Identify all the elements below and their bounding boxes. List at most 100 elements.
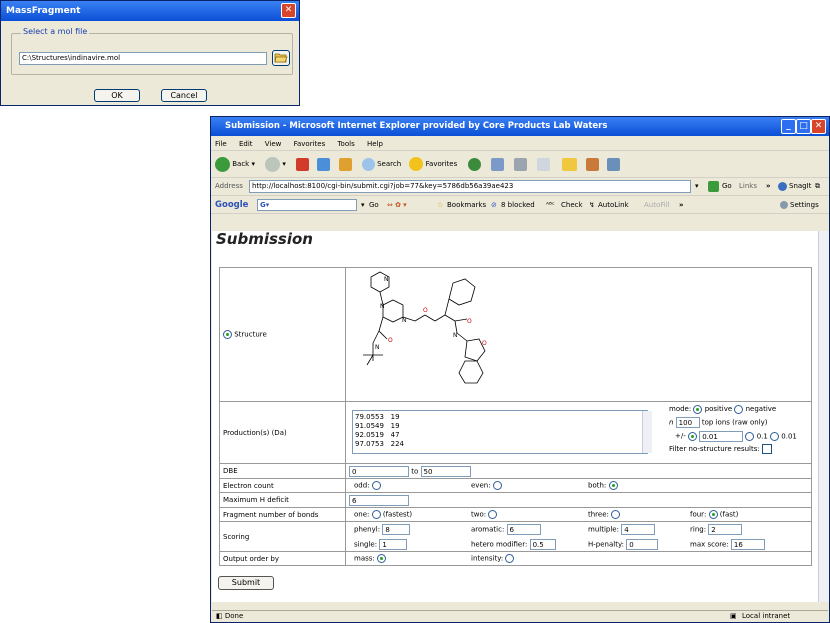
- mode-positive-radio[interactable]: [693, 404, 703, 414]
- capture-icon[interactable]: ⧉: [815, 178, 820, 195]
- three-label: three:: [588, 510, 609, 519]
- maximize-icon[interactable]: □: [796, 119, 811, 134]
- research-icon[interactable]: [585, 157, 599, 171]
- forward-arrow-icon[interactable]: [265, 156, 281, 172]
- google-dropdown-icon[interactable]: ▾: [361, 197, 365, 213]
- links-label[interactable]: Links: [739, 178, 757, 195]
- search-button-label[interactable]: Search: [377, 160, 401, 168]
- product-ions-textarea[interactable]: 79.0553 19 91.0549 19 92.0519 47 97.0753…: [352, 410, 648, 454]
- history-icon[interactable]: [467, 157, 481, 171]
- go-arrow-icon[interactable]: [708, 181, 719, 192]
- google-overflow-icon[interactable]: »: [679, 197, 684, 213]
- phenyl-label: phenyl:: [354, 525, 381, 534]
- settings-button[interactable]: Settings: [790, 197, 819, 213]
- one-radio[interactable]: [371, 510, 381, 519]
- address-input[interactable]: http://localhost:8100/cgi-bin/submit.cgi…: [249, 180, 691, 193]
- filter-checkbox[interactable]: [761, 444, 772, 454]
- aromatic-input[interactable]: 6: [506, 524, 541, 535]
- four-radio[interactable]: [708, 510, 718, 519]
- bookmarks-star-icon[interactable]: ☆: [437, 197, 443, 213]
- search-icon[interactable]: [361, 157, 375, 171]
- top-ions-line: n 100 top ions (raw only): [669, 417, 797, 429]
- home-icon[interactable]: [338, 157, 352, 171]
- blocked-count[interactable]: 8 blocked: [501, 197, 535, 213]
- tolerance-001-radio[interactable]: [770, 431, 780, 441]
- google-go-button[interactable]: Go: [369, 197, 379, 213]
- autofill-button[interactable]: AutoFill: [644, 197, 670, 213]
- vertical-scrollbar[interactable]: [818, 231, 829, 602]
- autolink-icon: ↯: [589, 201, 595, 209]
- snagit-button[interactable]: SnagIt: [789, 178, 811, 195]
- check-button[interactable]: Check: [561, 197, 583, 213]
- menu-edit[interactable]: Edit: [239, 140, 253, 148]
- links-overflow-icon[interactable]: »: [766, 178, 771, 195]
- browse-button[interactable]: [272, 50, 290, 66]
- close-icon[interactable]: ✕: [811, 119, 826, 134]
- both-radio[interactable]: [608, 481, 618, 490]
- print-icon[interactable]: [513, 157, 527, 171]
- file-path-input[interactable]: C:\Structures\indinavire.mol: [19, 52, 267, 65]
- favorites-button-label[interactable]: Favorites: [426, 160, 458, 168]
- ring-label: ring:: [690, 525, 707, 534]
- two-radio[interactable]: [488, 510, 498, 519]
- single-input[interactable]: 1: [379, 539, 408, 550]
- maxscore-input[interactable]: 16: [730, 539, 765, 550]
- hetero-input[interactable]: 0.5: [529, 539, 556, 550]
- even-radio[interactable]: [492, 481, 502, 490]
- tolerance-01-radio[interactable]: [745, 431, 755, 441]
- snagit-icon[interactable]: [778, 182, 787, 191]
- cancel-button[interactable]: Cancel: [161, 89, 207, 102]
- filter-line: Filter no-structure results:: [669, 444, 797, 455]
- dbe-label: DBE: [219, 463, 346, 479]
- submit-button[interactable]: Submit: [218, 576, 274, 590]
- textarea-scrollbar[interactable]: [642, 411, 652, 453]
- favorites-star-icon[interactable]: [409, 157, 424, 171]
- edit-icon[interactable]: [537, 157, 551, 171]
- three-radio[interactable]: [611, 510, 621, 519]
- aromatic-field: aromatic: 6: [471, 524, 541, 535]
- bookmarks-button[interactable]: Bookmarks: [447, 197, 486, 213]
- multiple-input[interactable]: 4: [621, 524, 656, 535]
- refresh-icon[interactable]: [317, 157, 331, 171]
- google-search-input[interactable]: G▾: [257, 199, 357, 211]
- svg-text:N: N: [402, 317, 407, 324]
- structure-row: Structure N N N O O N O O N: [219, 267, 812, 402]
- dbe-from-input[interactable]: 0: [349, 465, 409, 477]
- address-dropdown-icon[interactable]: ▾: [695, 178, 699, 195]
- phenyl-input[interactable]: 8: [382, 524, 411, 535]
- odd-radio[interactable]: [371, 481, 381, 490]
- folder-icon[interactable]: [562, 157, 578, 171]
- google-tools-icons[interactable]: ⇔ ✿ ▾: [387, 197, 407, 213]
- mass-radio[interactable]: [377, 554, 386, 563]
- menu-file[interactable]: File: [215, 140, 227, 148]
- back-arrow-icon[interactable]: [215, 156, 230, 172]
- intensity-radio[interactable]: [505, 554, 515, 563]
- hdeficit-input[interactable]: 6: [349, 494, 409, 506]
- ring-field: ring: 2: [690, 524, 743, 535]
- n-input[interactable]: 100: [675, 417, 700, 428]
- tolerance-input[interactable]: 0.01: [699, 430, 744, 442]
- svg-text:O: O: [388, 337, 393, 344]
- hpenalty-field: H-penalty: 0: [588, 539, 659, 550]
- menu-help[interactable]: Help: [367, 140, 383, 148]
- tolerance-custom-radio[interactable]: [687, 431, 697, 441]
- maxscore-field: max score: 16: [690, 539, 765, 550]
- hpenalty-input[interactable]: 0: [626, 539, 659, 550]
- stop-icon[interactable]: [296, 157, 310, 171]
- messenger-icon[interactable]: [606, 157, 620, 171]
- menu-view[interactable]: View: [265, 140, 282, 148]
- menu-favorites[interactable]: Favorites: [294, 140, 326, 148]
- mail-icon[interactable]: [490, 157, 504, 171]
- close-icon[interactable]: ✕: [281, 3, 296, 18]
- dbe-to-input[interactable]: 50: [420, 465, 471, 477]
- window-title: Submission - Microsoft Internet Explorer…: [211, 117, 829, 136]
- back-button-label[interactable]: Back: [232, 160, 249, 168]
- menu-tools[interactable]: Tools: [337, 140, 354, 148]
- go-button[interactable]: Go: [722, 178, 732, 195]
- ring-input[interactable]: 2: [708, 524, 743, 535]
- ok-button[interactable]: OK: [94, 89, 140, 102]
- autolink-button[interactable]: AutoLink: [598, 197, 629, 213]
- mode-negative-radio[interactable]: [734, 404, 744, 414]
- structure-radio[interactable]: [223, 330, 232, 339]
- minimize-icon[interactable]: _: [781, 119, 796, 134]
